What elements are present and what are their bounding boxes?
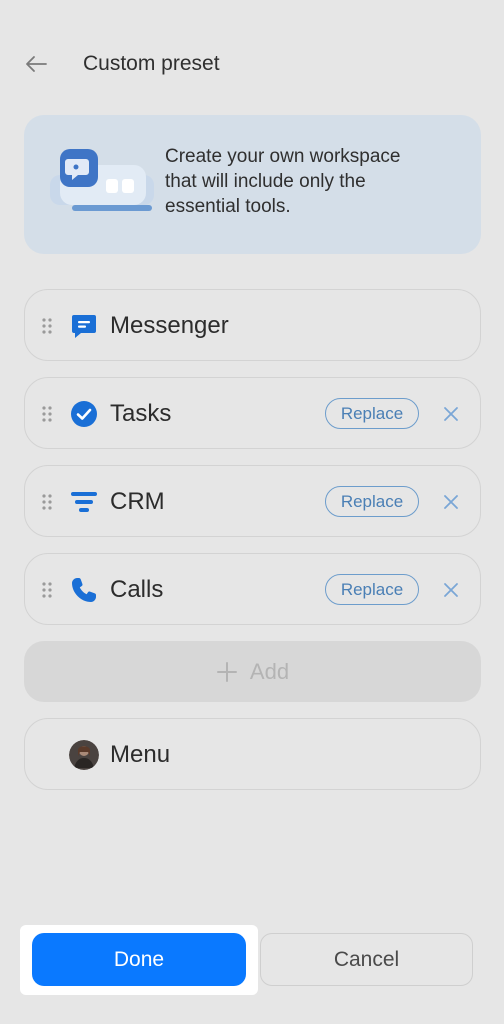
cancel-button[interactable]: Cancel bbox=[260, 933, 473, 986]
arrow-left-icon bbox=[26, 56, 47, 72]
plus-icon bbox=[216, 661, 237, 682]
tool-label: Calls bbox=[110, 576, 164, 603]
tool-row-crm[interactable]: CRM Replace bbox=[24, 465, 481, 537]
menu-row[interactable]: Menu bbox=[24, 718, 481, 790]
remove-button[interactable] bbox=[439, 578, 463, 602]
header: Custom preset bbox=[24, 44, 220, 84]
messenger-icon bbox=[69, 311, 99, 341]
done-highlight: Done bbox=[20, 925, 258, 995]
phone-icon bbox=[69, 575, 99, 605]
banner-text: Create your own workspace that will incl… bbox=[165, 144, 465, 219]
avatar bbox=[69, 740, 99, 770]
tool-row-calls[interactable]: Calls Replace bbox=[24, 553, 481, 625]
tool-label: Messenger bbox=[110, 312, 229, 339]
crm-filter-icon bbox=[69, 487, 99, 517]
add-label: Add bbox=[249, 658, 290, 684]
page-title: Custom preset bbox=[83, 52, 220, 75]
done-button[interactable]: Done bbox=[32, 933, 246, 986]
drag-handle-icon[interactable] bbox=[41, 318, 53, 334]
remove-button[interactable] bbox=[439, 490, 463, 514]
replace-button[interactable]: Replace bbox=[325, 574, 419, 605]
close-icon bbox=[444, 495, 458, 509]
custom-preset-screen: Custom preset Create your own workspace … bbox=[0, 0, 504, 1024]
tool-label: CRM bbox=[110, 488, 165, 515]
back-button[interactable] bbox=[24, 44, 68, 84]
workspace-illustration-icon bbox=[50, 149, 154, 211]
drag-handle-icon[interactable] bbox=[41, 582, 53, 598]
tool-row-tasks[interactable]: Tasks Replace bbox=[24, 377, 481, 449]
remove-button[interactable] bbox=[439, 402, 463, 426]
banner-line: that will include only the bbox=[165, 171, 366, 192]
tool-label: Tasks bbox=[110, 400, 172, 427]
info-banner: Create your own workspace that will incl… bbox=[24, 115, 481, 254]
banner-line: Create your own workspace bbox=[165, 146, 401, 167]
menu-label: Menu bbox=[110, 741, 171, 768]
drag-handle-icon[interactable] bbox=[41, 494, 53, 510]
tool-row-messenger[interactable]: Messenger bbox=[24, 289, 481, 361]
drag-handle-icon[interactable] bbox=[41, 406, 53, 422]
banner-line: essential tools. bbox=[165, 196, 291, 217]
tasks-check-icon bbox=[69, 399, 99, 429]
replace-button[interactable]: Replace bbox=[325, 486, 419, 517]
close-icon bbox=[444, 583, 458, 597]
close-icon bbox=[444, 407, 458, 421]
add-tool-button[interactable]: Add bbox=[24, 641, 481, 702]
replace-button[interactable]: Replace bbox=[325, 398, 419, 429]
